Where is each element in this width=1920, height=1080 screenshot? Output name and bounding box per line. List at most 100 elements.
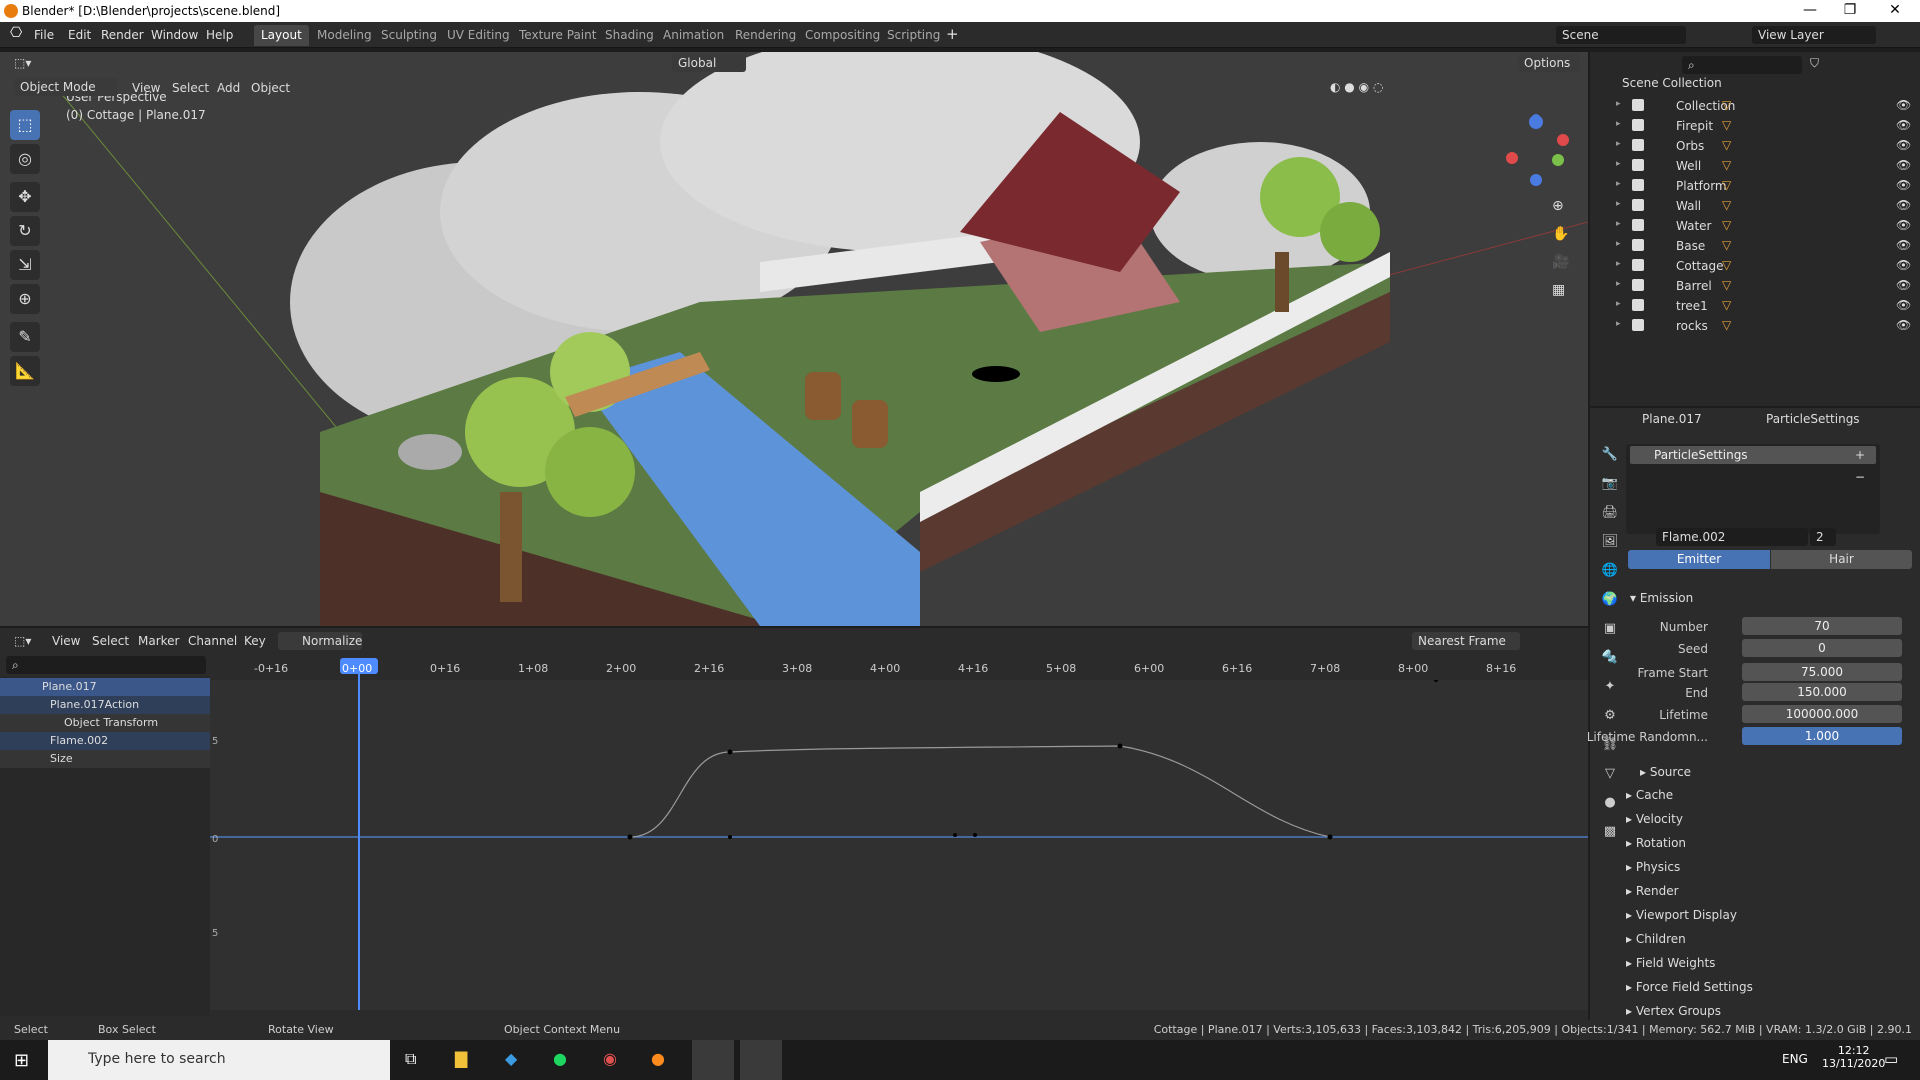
- outliner-item-collection[interactable]: ▸ Collection ▽ 👁: [1590, 96, 1920, 116]
- view-layer-selector[interactable]: View Layer: [1752, 26, 1876, 44]
- list-add-icon[interactable]: +: [1855, 448, 1865, 462]
- expand-arrow-icon[interactable]: ▸: [1616, 319, 1621, 329]
- channel-row[interactable]: Object Transform: [0, 714, 210, 732]
- expand-arrow-icon[interactable]: ▸: [1616, 279, 1621, 289]
- field-value[interactable]: 0: [1742, 639, 1902, 657]
- add-workspace-icon[interactable]: +: [946, 25, 959, 43]
- emitter-toggle[interactable]: Emitter: [1628, 550, 1770, 569]
- move-tool[interactable]: ✥: [10, 182, 40, 212]
- tab-animation[interactable]: Animation: [656, 25, 731, 46]
- visibility-eye-icon[interactable]: 👁: [1896, 198, 1911, 212]
- gizmo-neg-z[interactable]: [1530, 174, 1542, 186]
- gizmo-z-label[interactable]: [1529, 115, 1543, 129]
- field-value[interactable]: 75.000: [1742, 663, 1902, 681]
- channel-search[interactable]: ⌕: [6, 656, 206, 674]
- expand-arrow-icon[interactable]: ▸: [1616, 99, 1621, 109]
- visibility-eye-icon[interactable]: 👁: [1896, 158, 1911, 172]
- task-view-icon[interactable]: ⧉: [405, 1049, 416, 1069]
- particle-list-item[interactable]: ParticleSettings: [1630, 446, 1876, 464]
- outliner-item-barrel[interactable]: ▸ Barrel ▽ 👁: [1590, 276, 1920, 296]
- panel-children[interactable]: ▸ Children: [1600, 932, 1910, 954]
- emission-panel-header[interactable]: ▾ Emission: [1630, 591, 1693, 605]
- blender-taskbar-icon[interactable]: [740, 1040, 782, 1080]
- graph-menu-key[interactable]: Key: [244, 634, 266, 648]
- hair-toggle[interactable]: Hair: [1771, 550, 1912, 569]
- tab-sculpting[interactable]: Sculpting: [374, 25, 444, 46]
- field-value[interactable]: 150.000: [1742, 683, 1902, 701]
- graph-area[interactable]: [210, 680, 1588, 1010]
- vscode-icon[interactable]: ◆: [505, 1049, 517, 1068]
- rotate-tool[interactable]: ↻: [10, 216, 40, 246]
- tab-layout[interactable]: Layout: [254, 25, 309, 46]
- particle-users-count[interactable]: 2: [1810, 528, 1836, 546]
- zoom-app-icon[interactable]: [692, 1040, 734, 1080]
- tab-shading[interactable]: Shading: [598, 25, 661, 46]
- panel-force-field-settings[interactable]: ▸ Force Field Settings: [1600, 980, 1910, 1002]
- panel-velocity[interactable]: ▸ Velocity: [1600, 812, 1910, 834]
- expand-arrow-icon[interactable]: ▸: [1616, 219, 1621, 229]
- mode-selector[interactable]: Object Mode: [14, 78, 118, 96]
- handle[interactable]: [728, 835, 732, 839]
- channel-row[interactable]: Plane.017: [0, 678, 210, 696]
- checkbox-icon[interactable]: [1632, 259, 1644, 271]
- viewport-menu-view[interactable]: View: [132, 81, 160, 95]
- tab-modeling[interactable]: Modeling: [310, 25, 379, 46]
- 3d-viewport[interactable]: User Perspective (0) Cottage | Plane.017…: [0, 52, 1588, 626]
- windows-start-icon[interactable]: ⊞: [14, 1050, 29, 1071]
- handle[interactable]: [953, 833, 957, 837]
- keyframe[interactable]: [727, 749, 733, 755]
- panel-rotation[interactable]: ▸ Rotation: [1600, 836, 1910, 858]
- scale-tool[interactable]: ⇲: [10, 250, 40, 280]
- close-button[interactable]: ✕: [1875, 2, 1915, 18]
- keyframe[interactable]: [627, 834, 633, 840]
- measure-tool[interactable]: 📐: [10, 356, 40, 386]
- panel-render[interactable]: ▸ Render: [1600, 884, 1910, 906]
- minimize-button[interactable]: —: [1790, 2, 1830, 18]
- checkbox-icon[interactable]: [1632, 179, 1644, 191]
- visibility-eye-icon[interactable]: 👁: [1896, 178, 1911, 192]
- pan-hand-icon[interactable]: ✋: [1552, 226, 1569, 242]
- graph-editor-type-icon[interactable]: ⬚▾: [14, 634, 31, 648]
- checkbox-icon[interactable]: [1632, 199, 1644, 211]
- normalize-toggle[interactable]: Normalize: [278, 632, 362, 650]
- firefox-icon[interactable]: ●: [651, 1049, 665, 1068]
- outliner-item-platform[interactable]: ▸ Platform ▽ 👁: [1590, 176, 1920, 196]
- expand-arrow-icon[interactable]: ▸: [1616, 199, 1621, 209]
- visibility-eye-icon[interactable]: 👁: [1896, 118, 1911, 132]
- expand-arrow-icon[interactable]: ▸: [1616, 239, 1621, 249]
- panel-field-weights[interactable]: ▸ Field Weights: [1600, 956, 1910, 978]
- clock[interactable]: 12:12 13/11/2020: [1822, 1044, 1885, 1070]
- transform-orientation[interactable]: Global: [672, 54, 746, 72]
- checkbox-icon[interactable]: [1632, 299, 1644, 311]
- tab-compositing[interactable]: Compositing: [798, 25, 887, 46]
- scene-selector[interactable]: Scene: [1556, 26, 1686, 44]
- annotate-tool[interactable]: ✎: [10, 322, 40, 352]
- panel-physics[interactable]: ▸ Physics: [1600, 860, 1910, 882]
- app-icon[interactable]: ◉: [603, 1049, 617, 1068]
- field-value[interactable]: 100000.000: [1742, 705, 1902, 723]
- graph-menu-view[interactable]: View: [52, 634, 80, 648]
- outliner-search[interactable]: ⌕: [1682, 56, 1802, 74]
- expand-arrow-icon[interactable]: ▸: [1616, 179, 1621, 189]
- transform-tool[interactable]: ⊕: [10, 284, 40, 314]
- options-menu[interactable]: Options: [1518, 54, 1580, 72]
- spotify-icon[interactable]: ●: [553, 1049, 567, 1068]
- camera-icon[interactable]: 🎥: [1552, 254, 1569, 270]
- language-indicator[interactable]: ENG: [1782, 1052, 1808, 1066]
- keyframe[interactable]: [1117, 743, 1123, 749]
- outliner-item-cottage[interactable]: ▸ Cottage ▽ 👁: [1590, 256, 1920, 276]
- checkbox-icon[interactable]: [1632, 99, 1644, 111]
- blender-menu-icon[interactable]: ⎔: [10, 25, 22, 41]
- editor-type-icon[interactable]: ⬚▾: [14, 56, 31, 70]
- menu-edit[interactable]: Edit: [68, 28, 91, 42]
- menu-file[interactable]: File: [34, 28, 54, 42]
- zoom-icon[interactable]: ⊕: [1552, 198, 1564, 214]
- field-value[interactable]: 1.000: [1742, 727, 1902, 745]
- gizmo-x[interactable]: [1557, 134, 1569, 146]
- visibility-eye-icon[interactable]: 👁: [1896, 278, 1911, 292]
- outliner-item-tree1[interactable]: ▸ tree1 ▽ 👁: [1590, 296, 1920, 316]
- visibility-eye-icon[interactable]: 👁: [1896, 238, 1911, 252]
- visibility-eye-icon[interactable]: 👁: [1896, 218, 1911, 232]
- filter-icon[interactable]: ⛉: [1810, 56, 1819, 71]
- shading-modes[interactable]: ◐ ● ◉ ◌: [1330, 80, 1383, 94]
